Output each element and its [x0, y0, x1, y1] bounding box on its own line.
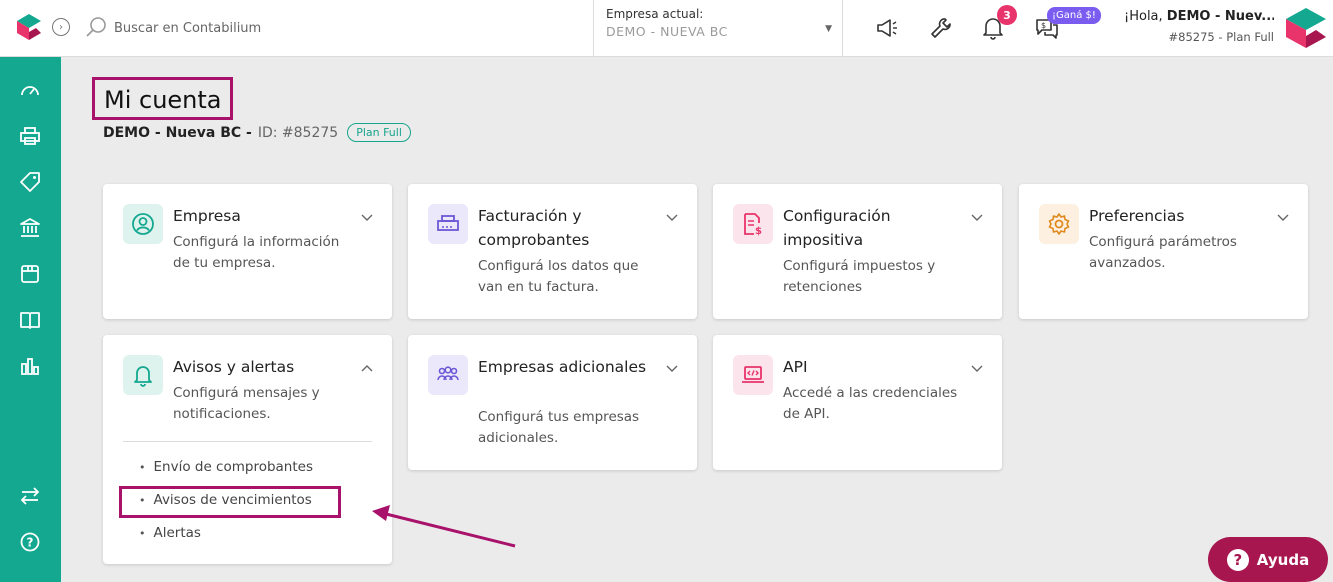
contabilium-logo-icon[interactable] — [14, 12, 44, 42]
chevron-down-icon[interactable] — [665, 210, 679, 224]
top-bar: › Empresa actual: DEMO - NUEVA BC ▼ 3 $ … — [0, 0, 1333, 57]
transfer-icon[interactable] — [18, 484, 42, 508]
card-description: Configurá la información de tu empresa. — [173, 234, 340, 271]
account-plan-label: #85275 - Plan Full — [1168, 30, 1274, 44]
card-description: Configurá impuestos y retenciones — [783, 258, 936, 295]
user-name: DEMO - Nuev... — [1166, 9, 1274, 24]
user-circle-icon — [123, 204, 163, 244]
card-description: Accedé a las credenciales de API. — [783, 385, 958, 422]
laptop-code-icon — [733, 355, 773, 395]
annotation-arrow-icon — [372, 505, 516, 548]
search-input[interactable] — [114, 16, 574, 40]
gear-icon — [1039, 204, 1079, 244]
dashboard-icon[interactable] — [18, 78, 42, 102]
divider — [123, 441, 372, 442]
card-title: Avisos y alertas — [173, 358, 295, 376]
page-title-highlight: Mi cuenta — [92, 77, 233, 120]
company-name: DEMO - Nueva BC - — [103, 124, 252, 141]
megaphone-icon[interactable] — [874, 15, 900, 41]
user-greeting[interactable]: ¡Hola, DEMO - Nuev... — [1124, 9, 1274, 24]
card-description: Configurá los datos que van en tu factur… — [478, 258, 639, 295]
account-id: ID: #85275 — [257, 124, 339, 141]
card-description: Configurá tus empresas adicionales. — [478, 409, 640, 446]
card-empresa[interactable]: Empresa Configurá la información de tu e… — [103, 184, 392, 319]
card-impositiva[interactable]: $ Configuración impositiva Configurá imp… — [713, 184, 1002, 319]
card-empresas-adicionales[interactable]: Empresas adicionales Configurá tus empre… — [408, 335, 697, 470]
submenu-item-envio-comprobantes[interactable]: Envío de comprobantes — [139, 459, 314, 475]
page-title: Mi cuenta — [104, 86, 222, 114]
tag-icon[interactable] — [18, 170, 42, 194]
chevron-up-icon[interactable] — [360, 361, 374, 375]
search-icon — [86, 17, 106, 37]
bell-icon — [123, 355, 163, 395]
company-select-label: Empresa actual: — [606, 7, 704, 21]
card-avisos[interactable]: Avisos y alertas Configurá mensajes y no… — [103, 335, 392, 564]
wrench-icon[interactable] — [928, 15, 954, 41]
plan-badge: Plan Full — [347, 123, 411, 142]
card-preferencias[interactable]: Preferencias Configurá parámetros avanza… — [1019, 184, 1308, 319]
chevron-down-icon[interactable] — [665, 361, 679, 375]
chart-icon[interactable] — [18, 354, 42, 378]
avatar[interactable] — [1284, 6, 1328, 50]
card-facturacion[interactable]: Facturación y comprobantes Configurá los… — [408, 184, 697, 319]
chevron-down-icon[interactable] — [970, 210, 984, 224]
card-title: API — [783, 358, 808, 376]
bank-icon[interactable] — [18, 216, 42, 240]
submenu-item-alertas[interactable]: Alertas — [139, 525, 201, 541]
printer-icon — [428, 204, 468, 244]
book-icon[interactable] — [18, 308, 42, 332]
caret-down-icon: ▼ — [825, 24, 832, 34]
card-title: Configuración impositiva — [783, 207, 891, 249]
svg-text:$: $ — [755, 226, 762, 237]
box-icon[interactable] — [18, 262, 42, 286]
sidebar-expand-button[interactable]: › — [52, 18, 70, 36]
company-select-value: DEMO - NUEVA BC — [606, 24, 728, 39]
help-icon: ? — [1226, 548, 1249, 571]
users-group-icon — [428, 355, 468, 395]
card-api[interactable]: API Accedé a las credenciales de API. — [713, 335, 1002, 470]
notifications-badge: 3 — [997, 5, 1017, 25]
svg-text:$: $ — [1041, 21, 1046, 30]
card-description: Configurá mensajes y notificaciones. — [173, 385, 320, 422]
chevron-down-icon[interactable] — [1276, 210, 1290, 224]
card-title: Facturación y comprobantes — [478, 207, 590, 249]
card-title: Empresas adicionales — [478, 358, 647, 376]
document-dollar-icon: $ — [733, 204, 773, 244]
help-circle-icon[interactable]: ? — [18, 530, 42, 554]
card-title: Preferencias — [1089, 207, 1185, 225]
chevron-down-icon[interactable] — [970, 361, 984, 375]
help-label: Ayuda — [1256, 550, 1310, 569]
chevron-down-icon[interactable] — [360, 210, 374, 224]
account-subtitle: DEMO - Nueva BC - ID: #85275 Plan Full — [103, 123, 411, 142]
submenu-highlight — [119, 486, 341, 518]
company-select[interactable]: Empresa actual: DEMO - NUEVA BC ▼ — [593, 0, 843, 57]
help-button[interactable]: ? Ayuda — [1208, 537, 1328, 582]
sidebar: ? — [0, 57, 61, 582]
card-title: Empresa — [173, 207, 241, 225]
gana-badge[interactable]: ¡Ganá $! — [1047, 7, 1101, 24]
card-description: Configurá parámetros avanzados. — [1089, 234, 1237, 271]
svg-text:?: ? — [27, 536, 34, 550]
printer-icon[interactable] — [18, 124, 42, 148]
